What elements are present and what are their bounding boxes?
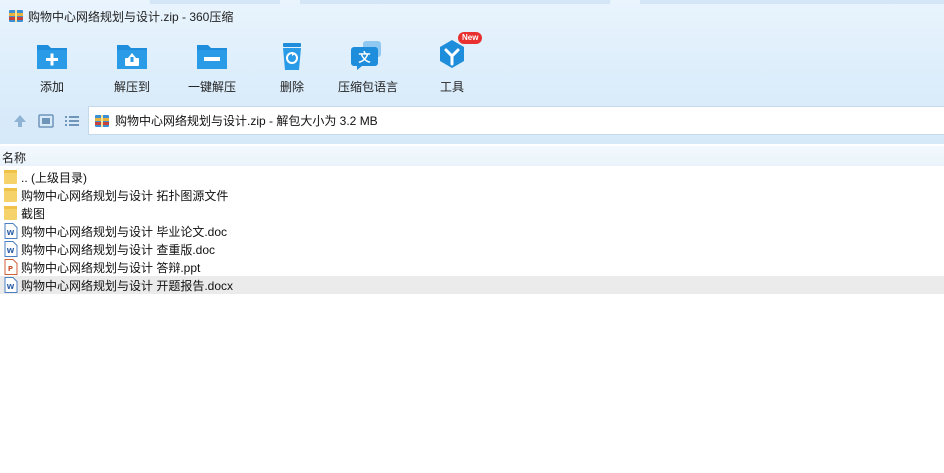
name-column-header[interactable]: 名称 <box>0 146 944 166</box>
delete-icon <box>283 43 301 70</box>
folder-icon <box>4 170 17 184</box>
list-view-icon[interactable] <box>63 112 81 130</box>
word-doc-icon: W <box>4 241 18 257</box>
list-item-defense-ppt[interactable]: P 购物中心网络规划与设计 答辩.ppt <box>0 258 944 276</box>
folder-icon <box>4 206 17 220</box>
file-name: .. (上级目录) <box>21 170 87 185</box>
list-item-thesis-doc[interactable]: W 购物中心网络规划与设计 毕业论文.doc <box>0 222 944 240</box>
up-arrow-icon[interactable] <box>11 112 29 130</box>
list-item-plagiarism-doc[interactable]: W 购物中心网络规划与设计 查重版.doc <box>0 240 944 258</box>
zip-archive-icon <box>95 114 109 127</box>
word-doc-icon: W <box>4 277 18 293</box>
svg-text:W: W <box>7 283 15 291</box>
toolbar: 添加 解压到 一键解压 删除 文 压缩包语言 New 工具 <box>0 32 944 102</box>
one-click-extract-icon <box>197 45 227 69</box>
add-icon <box>37 45 67 69</box>
new-badge: New <box>458 32 483 44</box>
name-column-label: 名称 <box>2 151 27 165</box>
folder-icon <box>4 188 17 202</box>
address-text: 购物中心网络规划与设计.zip - 解包大小为 3.2 MB <box>115 114 378 128</box>
archive-language-icon: 文 <box>351 41 381 70</box>
one-click-extract-label: 一键解压 <box>187 80 236 94</box>
file-list: .. (上级目录) 购物中心网络规划与设计 拓扑图源文件 截图 W 购物中心网络… <box>0 168 944 294</box>
powerpoint-icon: P <box>4 259 18 275</box>
delete-label: 删除 <box>279 80 304 94</box>
svg-text:文: 文 <box>358 50 371 65</box>
archive-language-label: 压缩包语言 <box>337 80 398 94</box>
file-name: 购物中心网络规划与设计 开题报告.docx <box>21 278 234 293</box>
tools-button[interactable]: New 工具 <box>412 32 492 95</box>
svg-text:P: P <box>8 265 13 273</box>
extract-to-icon <box>117 45 147 69</box>
list-item-proposal-docx[interactable]: W 购物中心网络规划与设计 开题报告.docx <box>0 276 944 294</box>
extract-to-button[interactable]: 解压到 <box>92 36 172 95</box>
delete-button[interactable]: 删除 <box>252 36 332 95</box>
file-name: 购物中心网络规划与设计 拓扑图源文件 <box>21 188 229 203</box>
address-bar[interactable]: 购物中心网络规划与设计.zip - 解包大小为 3.2 MB <box>88 106 944 135</box>
app-archive-icon <box>9 10 23 22</box>
add-button[interactable]: 添加 <box>12 36 92 95</box>
svg-text:W: W <box>7 229 15 237</box>
list-item-screenshot-folder[interactable]: 截图 <box>0 204 944 222</box>
list-item-topology-folder[interactable]: 购物中心网络规划与设计 拓扑图源文件 <box>0 186 944 204</box>
archive-language-button[interactable]: 文 压缩包语言 <box>328 36 408 95</box>
file-name: 购物中心网络规划与设计 答辩.ppt <box>21 260 201 275</box>
list-item-parent-directory[interactable]: .. (上级目录) <box>0 168 944 186</box>
one-click-extract-button[interactable]: 一键解压 <box>172 36 252 95</box>
tools-label: 工具 <box>439 80 464 94</box>
word-doc-icon: W <box>4 223 18 239</box>
title-bar: 购物中心网络规划与设计.zip - 360压缩 <box>0 5 233 27</box>
address-row: 购物中心网络规划与设计.zip - 解包大小为 3.2 MB <box>0 106 944 136</box>
file-name: 截图 <box>21 206 46 221</box>
title-decoration <box>0 0 944 4</box>
add-label: 添加 <box>39 80 64 94</box>
svg-text:W: W <box>7 247 15 255</box>
window-title: 购物中心网络规划与设计.zip - 360压缩 <box>28 9 234 24</box>
file-name: 购物中心网络规划与设计 查重版.doc <box>21 242 216 257</box>
extract-to-label: 解压到 <box>113 80 150 94</box>
thumbnail-view-icon[interactable] <box>37 112 55 130</box>
file-name: 购物中心网络规划与设计 毕业论文.doc <box>21 224 228 239</box>
